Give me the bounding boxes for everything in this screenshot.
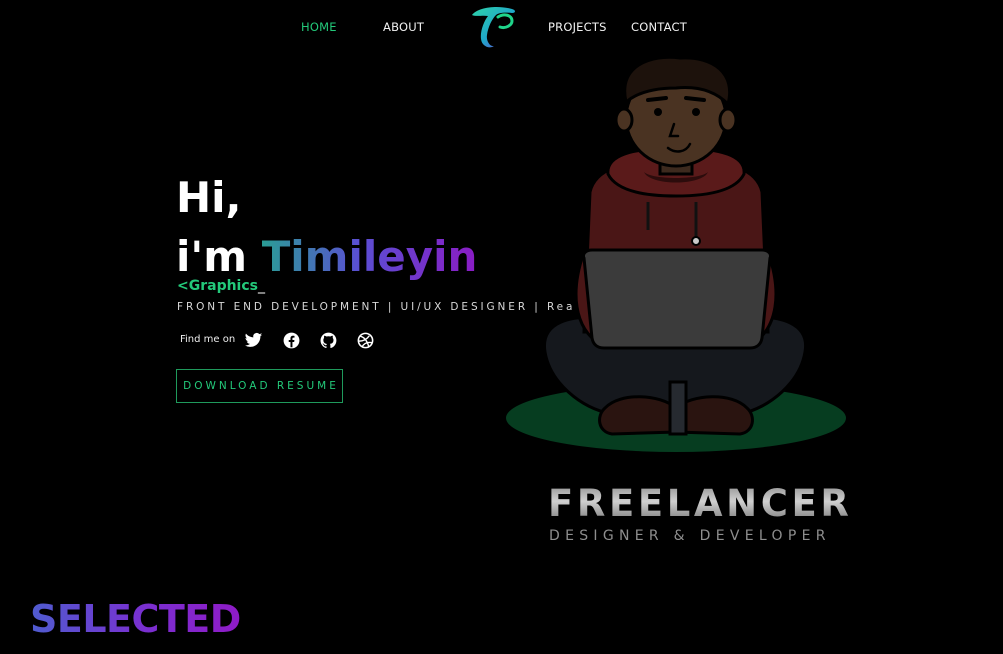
github-icon [320, 332, 337, 349]
nav-home-link[interactable]: HOME [301, 20, 337, 34]
twitter-icon [244, 332, 263, 347]
hero-intro-text: i'm [176, 232, 262, 281]
hero-name: Timileyin [261, 232, 478, 281]
top-navigation: HOME ABOUT PROJECTS CONTACT [0, 0, 1003, 56]
freelancer-title: FREELANCER [548, 482, 853, 525]
nav-contact-link[interactable]: CONTACT [631, 20, 687, 34]
laptop-stand [668, 380, 688, 436]
dribbble-icon [357, 332, 374, 349]
facebook-link[interactable] [282, 331, 301, 350]
github-link[interactable] [319, 331, 338, 350]
freelancer-subtitle: DESIGNER & DEVELOPER [549, 528, 831, 544]
laptop [582, 248, 772, 350]
hero-greeting: Hi, [176, 173, 242, 222]
typing-text: <Graphics_ [177, 278, 265, 294]
dribbble-link[interactable] [356, 331, 375, 350]
hero-intro: i'm Timileyin [176, 231, 477, 283]
nav-about-link[interactable]: ABOUT [383, 20, 424, 34]
facebook-icon [283, 332, 300, 349]
selected-section-heading: SELECTED [30, 597, 241, 641]
site-logo[interactable] [468, 3, 520, 51]
typing-cursor: _ [258, 278, 265, 294]
twitter-link[interactable] [244, 331, 263, 350]
nav-projects-link[interactable]: PROJECTS [548, 20, 607, 34]
download-resume-button[interactable]: DOWNLOAD RESUME [176, 369, 343, 403]
portfolio-page: HOME ABOUT PROJECTS CONTACT Hi, i'm Timi… [0, 0, 1003, 654]
developer-illustration [506, 55, 846, 452]
find-me-label: Find me on [180, 334, 236, 345]
logo-mark-icon [472, 7, 515, 48]
typing-word: <Graphics [177, 278, 258, 294]
